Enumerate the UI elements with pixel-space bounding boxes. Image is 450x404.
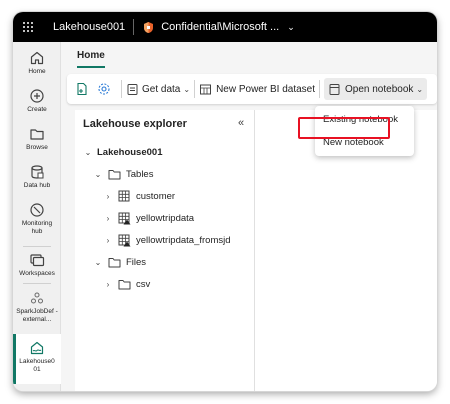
table-icon <box>117 189 131 203</box>
tree-table-customer[interactable]: › customer <box>103 188 175 204</box>
tree-label: csv <box>136 278 151 290</box>
spark-job-icon <box>29 290 45 306</box>
rail-label: SparkJobDef -external... <box>16 308 58 323</box>
tree-folder-files[interactable]: ⌄ Files <box>93 254 146 270</box>
get-data-label: Get data <box>142 83 181 95</box>
monitor-icon <box>29 202 45 218</box>
highlight-box <box>298 117 390 139</box>
delta-table-icon <box>117 211 131 225</box>
notebook-icon <box>328 83 341 96</box>
sensitivity-label[interactable]: Confidential\Microsoft ... <box>161 21 279 33</box>
folder-icon <box>107 167 121 181</box>
open-notebook-button[interactable]: Open notebook ⌄ <box>324 78 428 100</box>
chevron-down-icon[interactable]: ⌄ <box>93 170 103 179</box>
ribbon-toolbar: Get data ⌄ New Power BI dataset Open not… <box>67 74 437 104</box>
rail-item-lakehouse[interactable]: Lakehouse0 01 <box>13 334 61 384</box>
tab-underline <box>77 66 105 68</box>
chevron-right-icon[interactable]: › <box>103 236 113 245</box>
tab-home[interactable]: Home <box>77 50 105 61</box>
sensitivity-icon <box>141 20 155 34</box>
app-title[interactable]: Lakehouse001 <box>53 21 125 33</box>
dataset-icon <box>199 83 212 96</box>
new-power-bi-dataset-label: New Power BI dataset <box>216 83 315 95</box>
tree-label: Lakehouse001 <box>97 146 163 158</box>
chevron-right-icon[interactable]: › <box>103 192 113 201</box>
rail-label: Data hub <box>23 182 51 189</box>
new-item-icon[interactable] <box>75 82 89 96</box>
collapse-icon[interactable]: « <box>238 117 244 129</box>
chevron-down-icon: ⌄ <box>183 84 191 94</box>
database-icon <box>29 164 45 180</box>
open-notebook-label: Open notebook <box>345 83 414 95</box>
tree-label: customer <box>136 190 176 202</box>
rail-divider <box>23 283 51 284</box>
tree-table-yellowtripdata-fromsjd[interactable]: › yellowtripdata_fromsjd <box>103 232 231 248</box>
left-rail: Home Create Browse Data hub Monitoring h… <box>13 42 61 391</box>
rail-label: Monitoring hub <box>21 220 53 235</box>
chevron-down-icon[interactable]: ⌄ <box>93 258 103 267</box>
plus-circle-icon <box>29 88 45 104</box>
active-indicator <box>13 334 16 384</box>
folder-icon <box>117 277 131 291</box>
chevron-down-icon[interactable]: ⌄ <box>83 148 93 157</box>
rail-item-workspaces[interactable]: Workspaces <box>13 252 61 278</box>
rail-label: Create <box>27 106 47 113</box>
folder-icon <box>29 126 45 142</box>
tree-label: yellowtripdata <box>136 212 195 224</box>
delta-table-icon <box>117 233 131 247</box>
content-area: Home Get data ⌄ New Power BI dataset Ope… <box>61 42 437 391</box>
chevron-down-icon: ⌄ <box>416 84 424 94</box>
app-window: Lakehouse001 Confidential\Microsoft ... … <box>13 12 437 391</box>
rail-label: Lakehouse0 01 <box>19 358 55 373</box>
new-power-bi-dataset-button[interactable]: New Power BI dataset <box>199 78 315 100</box>
workspaces-icon <box>29 252 45 268</box>
rail-label: Browse <box>26 144 48 151</box>
rail-divider <box>23 246 51 247</box>
rail-item-home[interactable]: Home <box>13 50 61 76</box>
tree-root[interactable]: ⌄ Lakehouse001 <box>83 144 163 160</box>
rail-item-data-hub[interactable]: Data hub <box>13 164 61 190</box>
rail-item-create[interactable]: Create <box>13 88 61 114</box>
chevron-down-icon[interactable]: ⌄ <box>287 22 295 33</box>
settings-icon[interactable] <box>97 82 111 96</box>
tree-folder-tables[interactable]: ⌄ Tables <box>93 166 154 182</box>
tree-label: yellowtripdata_fromsjd <box>136 234 231 246</box>
lakehouse-icon <box>29 340 45 356</box>
ribbon-divider <box>121 80 122 98</box>
divider <box>133 19 135 35</box>
folder-icon <box>107 255 121 269</box>
tab-strip: Home <box>61 42 437 68</box>
tree-table-yellowtripdata[interactable]: › yellowtripdata <box>103 210 194 226</box>
rail-item-monitoring-hub[interactable]: Monitoring hub <box>13 202 61 236</box>
rail-item-browse[interactable]: Browse <box>13 126 61 152</box>
get-data-button[interactable]: Get data ⌄ <box>126 78 190 100</box>
rail-item-spark-job[interactable]: SparkJobDef -external... <box>13 290 61 324</box>
chevron-right-icon[interactable]: › <box>103 280 113 289</box>
tree-label: Tables <box>126 168 154 180</box>
rail-label: Home <box>28 68 46 75</box>
ribbon-divider <box>194 80 196 98</box>
top-bar: Lakehouse001 Confidential\Microsoft ... … <box>13 12 437 42</box>
lakehouse-explorer: Lakehouse explorer « ⌄ Lakehouse001 ⌄ Ta… <box>75 110 255 391</box>
explorer-title: Lakehouse explorer <box>83 118 187 130</box>
tree-folder-csv[interactable]: › csv <box>103 276 151 292</box>
waffle-icon[interactable] <box>13 12 43 42</box>
chevron-right-icon[interactable]: › <box>103 214 113 223</box>
home-icon <box>29 50 45 66</box>
rail-label: Workspaces <box>19 270 55 277</box>
document-icon <box>126 83 139 96</box>
tree-label: Files <box>126 256 147 268</box>
ribbon-divider <box>319 80 320 98</box>
